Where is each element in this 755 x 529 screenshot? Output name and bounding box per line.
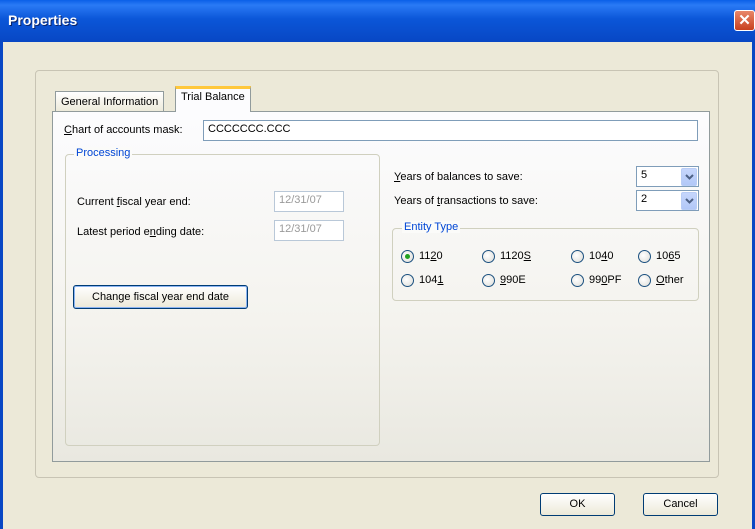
- tab-general-information[interactable]: General Information: [55, 91, 165, 112]
- fiscal-year-end-label: Current fiscal year end:: [77, 196, 191, 208]
- fiscal-year-end-field: 12/31/07: [274, 191, 344, 212]
- radio-indicator: [401, 274, 414, 287]
- years-balances-label: Years of balances to save:: [394, 171, 523, 183]
- window-frame-left: [0, 42, 3, 529]
- radio-label: 990PF: [589, 274, 622, 286]
- change-fiscal-year-end-button[interactable]: Change fiscal year end date: [73, 285, 248, 309]
- radio-label: 1041: [419, 274, 444, 286]
- tab-label: General Information: [61, 96, 159, 108]
- years-balances-select[interactable]: 5: [636, 166, 699, 187]
- change-fiscal-year-end-label: Change fiscal year end date: [92, 291, 229, 303]
- radio-indicator: [482, 250, 495, 263]
- entity-type-group: [392, 228, 699, 301]
- radio-label: Other: [656, 274, 684, 286]
- radio-label: 1120S: [500, 250, 531, 262]
- radio-indicator: [638, 274, 651, 287]
- radio-indicator: [571, 250, 584, 263]
- chevron-down-icon[interactable]: [681, 192, 697, 210]
- chart-of-accounts-mask-input[interactable]: CCCCCCC.CCC: [203, 120, 698, 141]
- entity-type-legend: Entity Type: [402, 221, 461, 233]
- ok-label: OK: [569, 498, 586, 510]
- radio-label: 1065: [656, 250, 681, 262]
- radio-indicator: [482, 274, 495, 287]
- cancel-button[interactable]: Cancel: [643, 493, 718, 516]
- cancel-label: Cancel: [663, 498, 698, 510]
- years-transactions-label: Years of transactions to save:: [394, 195, 538, 207]
- years-transactions-value: 2: [641, 193, 648, 205]
- mask-label: Chart of accounts mask:: [64, 124, 183, 136]
- years-balances-value: 5: [641, 169, 648, 181]
- radio-label: 990E: [500, 274, 526, 286]
- tab-label: Trial Balance: [181, 91, 245, 103]
- years-transactions-select[interactable]: 2: [636, 190, 699, 211]
- radio-label: 1120: [419, 250, 443, 262]
- close-button[interactable]: ✕: [734, 10, 755, 31]
- close-icon: ✕: [738, 12, 751, 29]
- chevron-down-icon[interactable]: [681, 168, 697, 186]
- ok-button[interactable]: OK: [540, 493, 615, 516]
- latest-period-field: 12/31/07: [274, 220, 344, 241]
- tab-trial-balance[interactable]: Trial Balance: [175, 86, 251, 112]
- processing-legend: Processing: [74, 147, 133, 159]
- radio-indicator: [401, 250, 414, 263]
- radio-indicator: [571, 274, 584, 287]
- radio-label: 1040: [589, 250, 614, 262]
- latest-period-label: Latest period ending date:: [77, 226, 205, 238]
- window-title: Properties: [8, 12, 78, 28]
- title-bar[interactable]: Properties ✕: [0, 0, 755, 42]
- radio-indicator: [638, 250, 651, 263]
